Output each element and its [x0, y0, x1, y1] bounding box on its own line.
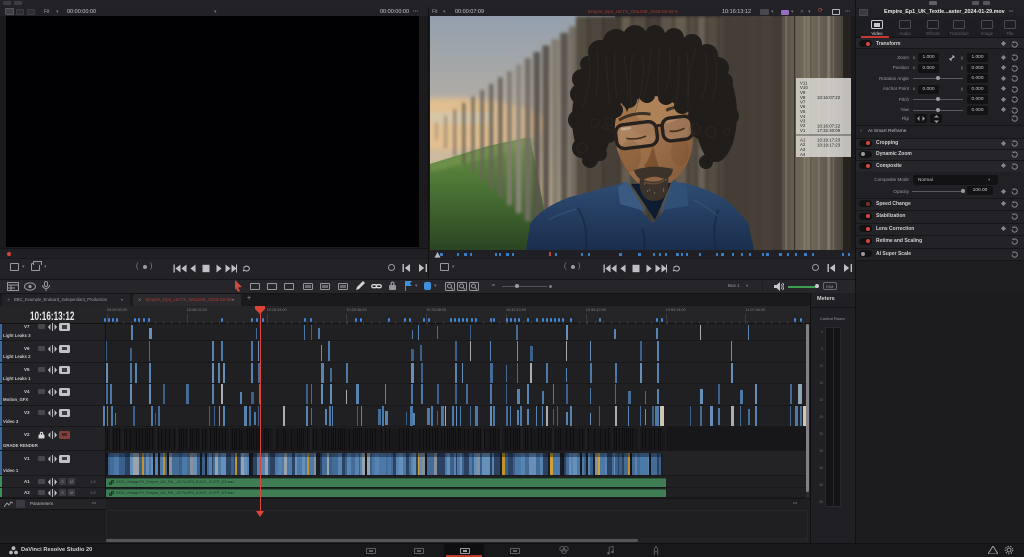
svg-text:A4: A4 — [800, 152, 806, 157]
svg-text:17:32:40:09: 17:32:40:09 — [817, 128, 841, 133]
svg-text:10:19:17:23: 10:19:17:23 — [817, 142, 841, 147]
svg-text:10:16:07:22: 10:16:07:22 — [817, 95, 841, 100]
svg-text:V1: V1 — [800, 128, 806, 133]
